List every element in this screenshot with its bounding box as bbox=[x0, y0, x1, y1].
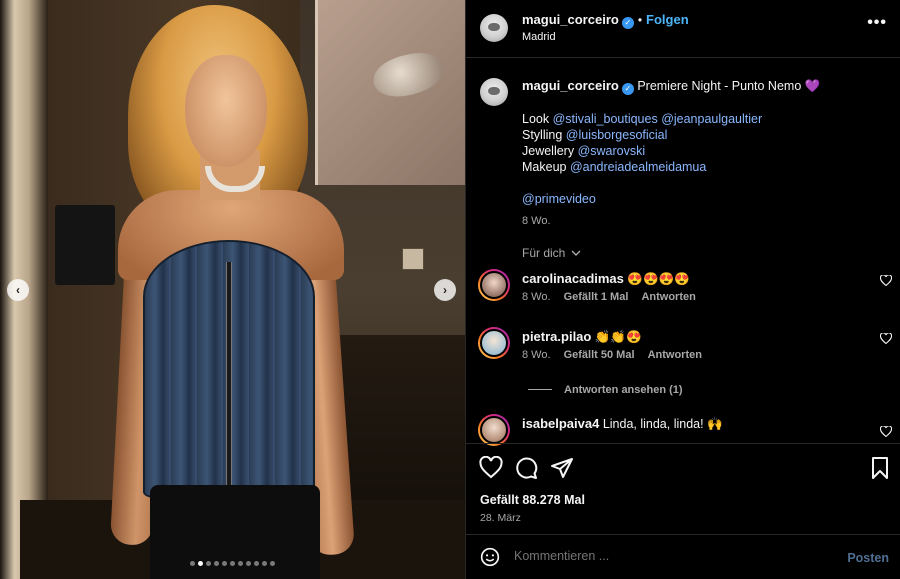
comment-likes[interactable]: Gefällt 50 Mal bbox=[564, 349, 635, 361]
caption-tag-link[interactable]: @andreiadealmeidamua bbox=[570, 160, 706, 174]
heart-icon[interactable] bbox=[479, 455, 503, 480]
carousel-dot bbox=[198, 561, 203, 566]
comment-text: Linda, linda, linda! 🙌 bbox=[602, 417, 723, 431]
photo-corset-zip bbox=[226, 262, 232, 498]
comment-username[interactable]: pietra.pilao bbox=[522, 329, 591, 344]
carousel-dot bbox=[270, 561, 275, 566]
caption-title: Premiere Night - Punto Nemo 💜 bbox=[637, 79, 821, 93]
comment-likes[interactable]: Gefällt 1 Mal bbox=[564, 291, 629, 303]
carousel-dots bbox=[0, 561, 465, 566]
caption-credit-line: Jewellery @swarovski bbox=[522, 143, 890, 159]
heart-icon[interactable] bbox=[879, 332, 893, 347]
view-replies-label: Antworten ansehen (1) bbox=[564, 384, 683, 396]
header-location[interactable]: Madrid bbox=[522, 31, 556, 43]
post-panel: magui_corceiro ✓ • Folgen Madrid ••• magui_… bbox=[465, 0, 900, 579]
caption-credit-label: Look bbox=[522, 112, 553, 126]
comment-text: 😍😍😍😍 bbox=[627, 272, 690, 286]
caption-credit-label: Makeup bbox=[522, 160, 570, 174]
carousel-dot bbox=[246, 561, 251, 566]
avatar[interactable] bbox=[480, 78, 508, 106]
next-photo-button[interactable]: › bbox=[434, 279, 456, 301]
photo-outlet bbox=[402, 248, 424, 270]
photo-lamp bbox=[55, 205, 115, 285]
previous-photo-button[interactable]: ‹ bbox=[7, 279, 29, 301]
comment-text: 👏👏😍 bbox=[594, 330, 642, 344]
caption-username[interactable]: magui_corceiro bbox=[522, 78, 619, 93]
caption-credits: Look @stivali_boutiques @jeanpaulgaultie… bbox=[522, 111, 890, 175]
comment-reply-button[interactable]: Antworten bbox=[641, 291, 695, 303]
post-header: magui_corceiro ✓ • Folgen Madrid ••• bbox=[466, 0, 900, 58]
likes-count[interactable]: Gefällt 88.278 Mal bbox=[480, 493, 585, 507]
comment-icon[interactable] bbox=[514, 456, 538, 480]
caption-tag-link[interactable]: @luisborgesoficial bbox=[566, 128, 668, 142]
comment-avatar[interactable] bbox=[478, 269, 510, 301]
carousel-dot bbox=[238, 561, 243, 566]
chevron-down-icon bbox=[571, 245, 581, 259]
carousel-dot bbox=[206, 561, 211, 566]
comment-time[interactable]: 8 Wo. bbox=[522, 349, 551, 361]
more-icon[interactable]: ••• bbox=[867, 14, 887, 32]
caption-tag-link[interactable]: @jeanpaulgaultier bbox=[661, 112, 762, 126]
chevron-right-icon: › bbox=[443, 283, 447, 297]
view-replies-button[interactable]: Antworten ansehen (1) bbox=[528, 384, 683, 396]
carousel-dot bbox=[230, 561, 235, 566]
post-date[interactable]: 28. März bbox=[480, 512, 521, 524]
heart-icon[interactable] bbox=[879, 425, 893, 440]
caption-credit-line: Look @stivali_boutiques @jeanpaulgaultie… bbox=[522, 111, 890, 127]
comment-time[interactable]: 8 Wo. bbox=[522, 291, 551, 303]
caption-tag-primevideo[interactable]: @primevideo bbox=[522, 192, 596, 206]
carousel-dot bbox=[262, 561, 267, 566]
emoji-icon[interactable] bbox=[480, 547, 500, 567]
caption-credit-line: Stylling @luisborgesoficial bbox=[522, 127, 890, 143]
share-icon[interactable] bbox=[550, 456, 574, 480]
caption-time[interactable]: 8 Wo. bbox=[522, 213, 890, 229]
carousel-dot bbox=[222, 561, 227, 566]
comment-username[interactable]: carolinacadimas bbox=[522, 271, 624, 286]
follow-button[interactable]: Folgen bbox=[646, 12, 689, 27]
photo-wall-art bbox=[315, 0, 465, 185]
carousel-dot bbox=[254, 561, 259, 566]
caption-tag-link[interactable]: @stivali_boutiques bbox=[553, 112, 658, 126]
comment-avatar[interactable] bbox=[478, 327, 510, 359]
comment-avatar[interactable] bbox=[478, 414, 510, 446]
header-separator: • bbox=[637, 13, 643, 27]
carousel-dot bbox=[214, 561, 219, 566]
replies-divider bbox=[528, 389, 552, 390]
comment-input[interactable] bbox=[514, 549, 794, 563]
comment-username[interactable]: isabelpaiva4 bbox=[522, 416, 599, 431]
photo-face bbox=[185, 55, 267, 167]
comment-filter-label: Für dich bbox=[522, 246, 566, 260]
post-photo[interactable]: ‹ › bbox=[0, 0, 465, 579]
avatar[interactable] bbox=[480, 14, 508, 42]
post-caption: magui_corceiro ✓ Premiere Night - Punto N… bbox=[480, 78, 890, 229]
caption-credit-line: Makeup @andreiadealmeidamua bbox=[522, 159, 890, 175]
post-button[interactable]: Posten bbox=[847, 551, 889, 565]
header-username[interactable]: magui_corceiro bbox=[522, 12, 619, 27]
caption-credit-label: Stylling bbox=[522, 128, 566, 142]
post-actions: Gefällt 88.278 Mal 28. März bbox=[466, 443, 900, 535]
comment-reply-button[interactable]: Antworten bbox=[648, 349, 702, 361]
comment-composer: Posten bbox=[466, 535, 900, 579]
bookmark-icon[interactable] bbox=[868, 456, 892, 480]
verified-badge-icon: ✓ bbox=[621, 17, 634, 29]
caption-tag-link[interactable]: @swarovski bbox=[578, 144, 646, 158]
comment-filter-dropdown[interactable]: Für dich bbox=[522, 245, 581, 260]
caption-credit-label: Jewellery bbox=[522, 144, 578, 158]
carousel-dot bbox=[190, 561, 195, 566]
heart-icon[interactable] bbox=[879, 274, 893, 289]
verified-badge-icon: ✓ bbox=[621, 83, 634, 95]
chevron-left-icon: ‹ bbox=[16, 283, 20, 297]
